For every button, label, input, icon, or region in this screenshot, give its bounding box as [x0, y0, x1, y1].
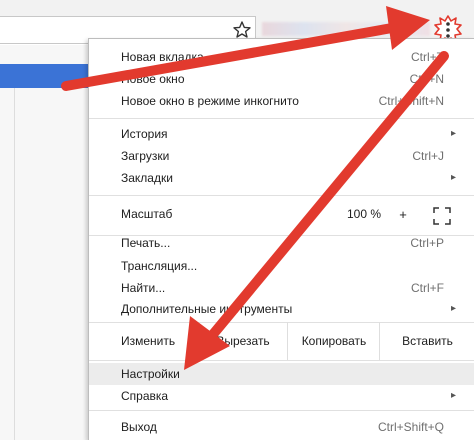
menu-item-incognito[interactable]: Новое окно в режиме инкогнито Ctrl+Shift…	[89, 90, 474, 112]
menu-item-label: Дополнительные инструменты	[121, 302, 293, 316]
menu-item-new-window[interactable]: Новое окно Ctrl+N	[89, 68, 474, 90]
screenshot: Новая вкладка Ctrl+T Новое окно Ctrl+N Н…	[0, 0, 474, 440]
menu-item-label: История	[121, 127, 168, 141]
submenu-arrow-icon: ▸	[450, 128, 456, 139]
fullscreen-icon[interactable]	[433, 207, 451, 225]
shortcut-text: Ctrl+P	[410, 236, 444, 250]
submenu-arrow-icon: ▸	[450, 303, 456, 314]
shortcut-text: Ctrl+F	[411, 281, 444, 295]
paste-button[interactable]: Вставить	[379, 322, 474, 360]
chrome-menu: Новая вкладка Ctrl+T Новое окно Ctrl+N Н…	[88, 38, 474, 440]
menu-item-label: Новая вкладка	[121, 50, 204, 64]
menu-item-more-tools[interactable]: Дополнительные инструменты ▸	[89, 298, 474, 320]
menu-item-label: Настройки	[121, 367, 180, 381]
menu-item-new-tab[interactable]: Новая вкладка Ctrl+T	[89, 46, 474, 68]
menu-item-label: Новое окно	[121, 72, 185, 86]
browser-toolbar	[0, 0, 474, 45]
shortcut-text: Ctrl+N	[409, 72, 444, 86]
menu-item-label: Загрузки	[121, 149, 170, 163]
extensions-area	[262, 22, 430, 36]
zoom-label: Масштаб	[121, 207, 173, 221]
edit-label: Изменить	[121, 334, 176, 348]
menu-separator	[89, 410, 474, 411]
zoom-value: 100 %	[347, 207, 382, 221]
shortcut-text: Ctrl+T	[411, 50, 444, 64]
menu-item-find[interactable]: Найти... Ctrl+F	[89, 277, 474, 299]
menu-separator	[89, 195, 474, 196]
menu-item-cast[interactable]: Трансляция...	[89, 255, 474, 277]
copy-button[interactable]: Копировать	[287, 322, 380, 360]
menu-item-label: Выход	[121, 420, 157, 434]
menu-item-label: Найти...	[121, 281, 166, 295]
menu-item-label: Справка	[121, 389, 169, 403]
shortcut-text: Ctrl+Shift+N	[378, 94, 444, 108]
submenu-arrow-icon: ▸	[450, 172, 456, 183]
star-icon[interactable]	[232, 20, 252, 40]
menu-separator	[89, 360, 474, 361]
shortcut-text: Ctrl+Shift+Q	[377, 420, 444, 434]
zoom-row: Масштаб 100 % +	[89, 197, 474, 235]
menu-item-label: Закладки	[121, 171, 173, 185]
zoom-in-button[interactable]: +	[393, 205, 413, 225]
menu-item-downloads[interactable]: Загрузки Ctrl+J	[89, 145, 474, 167]
submenu-arrow-icon: ▸	[450, 390, 456, 401]
menu-item-exit[interactable]: Выход Ctrl+Shift+Q	[89, 416, 474, 438]
menu-item-help[interactable]: Справка ▸	[89, 385, 474, 407]
menu-item-print[interactable]: Печать... Ctrl+P	[89, 232, 474, 254]
menu-item-label: Трансляция...	[121, 259, 198, 273]
edit-row: Изменить Вырезать Копировать Вставить	[89, 322, 474, 360]
cut-button[interactable]: Вырезать	[197, 322, 288, 360]
page-divider	[14, 88, 15, 440]
menu-separator	[89, 118, 474, 119]
shortcut-text: Ctrl+J	[412, 149, 444, 163]
menu-item-bookmarks[interactable]: Закладки ▸	[89, 167, 474, 189]
menu-item-settings[interactable]: Настройки	[89, 363, 474, 385]
menu-item-label: Новое окно в режиме инкогнито	[121, 94, 299, 108]
page-header-bar	[0, 64, 88, 88]
menu-item-label: Печать...	[121, 236, 171, 250]
menu-item-history[interactable]: История ▸	[89, 123, 474, 145]
